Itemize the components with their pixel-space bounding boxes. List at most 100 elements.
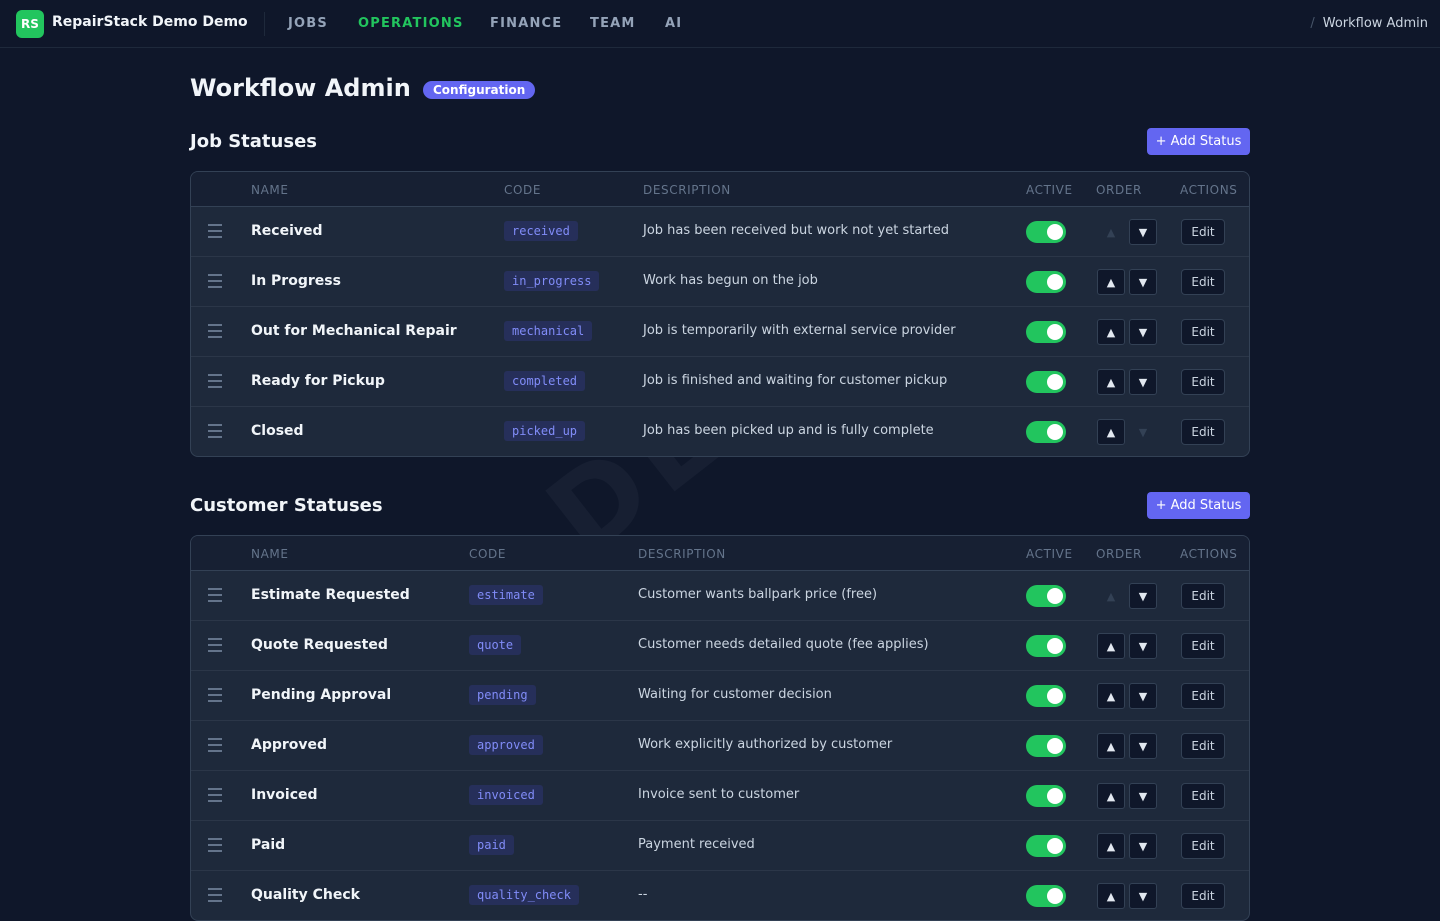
column-header-actions: ACTIONS — [1180, 547, 1238, 561]
edit-button[interactable]: Edit — [1181, 683, 1225, 709]
toggle-knob — [1047, 788, 1063, 804]
move-up-button[interactable]: ▲ — [1097, 419, 1125, 445]
move-up-button[interactable]: ▲ — [1097, 683, 1125, 709]
move-down-button[interactable]: ▼ — [1129, 319, 1157, 345]
edit-button[interactable]: Edit — [1181, 733, 1225, 759]
status-name: Received — [251, 223, 323, 239]
status-code: quality_check — [469, 885, 579, 905]
drag-handle-icon[interactable] — [208, 788, 222, 806]
drag-handle-icon[interactable] — [208, 888, 222, 906]
active-toggle[interactable] — [1026, 735, 1066, 757]
status-code: completed — [504, 371, 586, 391]
move-down-button[interactable]: ▼ — [1129, 783, 1157, 809]
drag-handle-icon[interactable] — [208, 738, 222, 756]
move-up-button[interactable]: ▲ — [1097, 783, 1125, 809]
active-toggle[interactable] — [1026, 585, 1066, 607]
active-toggle[interactable] — [1026, 421, 1066, 443]
configuration-badge: Configuration — [423, 81, 536, 99]
table-row: Estimate Requested estimate Customer wants… — [191, 571, 1249, 621]
move-down-button[interactable]: ▼ — [1129, 733, 1157, 759]
edit-button[interactable]: Edit — [1181, 833, 1225, 859]
drag-handle-icon[interactable] — [208, 374, 222, 392]
drag-handle-icon[interactable] — [208, 638, 222, 656]
logo-icon[interactable]: RS — [16, 10, 44, 38]
move-down-button[interactable]: ▼ — [1129, 269, 1157, 295]
active-toggle[interactable] — [1026, 321, 1066, 343]
move-up-button[interactable]: ▲ — [1097, 369, 1125, 395]
active-toggle[interactable] — [1026, 371, 1066, 393]
active-toggle[interactable] — [1026, 785, 1066, 807]
status-description: Customer needs detailed quote (fee appli… — [638, 637, 929, 652]
toggle-knob — [1047, 888, 1063, 904]
job-statuses-title: Job Statuses — [190, 131, 317, 152]
nav-divider — [264, 12, 265, 36]
move-down-button[interactable]: ▼ — [1129, 683, 1157, 709]
move-down-button[interactable]: ▼ — [1129, 583, 1157, 609]
edit-button[interactable]: Edit — [1181, 319, 1225, 345]
status-name: Quality Check — [251, 887, 360, 903]
add-customer-status-button[interactable]: + Add Status — [1147, 492, 1250, 519]
table-header: NAME CODE DESCRIPTION ACTIVE ORDER ACTIO… — [191, 536, 1249, 571]
column-header-actions: ACTIONS — [1180, 183, 1238, 197]
add-job-status-button[interactable]: + Add Status — [1147, 128, 1250, 155]
drag-handle-icon[interactable] — [208, 324, 222, 342]
nav-item-operations[interactable]: OPERATIONS — [358, 16, 464, 31]
drag-handle-icon[interactable] — [208, 838, 222, 856]
status-name: Ready for Pickup — [251, 373, 385, 389]
page-title: Workflow Admin — [190, 74, 411, 102]
table-row: Out for Mechanical Repair mechanical Job i… — [191, 307, 1249, 357]
edit-button[interactable]: Edit — [1181, 633, 1225, 659]
move-up-button[interactable]: ▲ — [1097, 833, 1125, 859]
edit-button[interactable]: Edit — [1181, 883, 1225, 909]
brand-name[interactable]: RepairStack Demo Demo — [52, 14, 248, 30]
toggle-knob — [1047, 588, 1063, 604]
table-row: In Progress in_progress Work has begun on … — [191, 257, 1249, 307]
edit-button[interactable]: Edit — [1181, 369, 1225, 395]
active-toggle[interactable] — [1026, 835, 1066, 857]
toggle-knob — [1047, 224, 1063, 240]
nav-item-ai[interactable]: AI — [665, 16, 682, 31]
nav-item-jobs[interactable]: JOBS — [288, 16, 328, 31]
move-up-button: ▲ — [1106, 225, 1116, 239]
move-down-button[interactable]: ▼ — [1129, 883, 1157, 909]
move-down-button[interactable]: ▼ — [1129, 833, 1157, 859]
edit-button[interactable]: Edit — [1181, 419, 1225, 445]
move-up-button[interactable]: ▲ — [1097, 883, 1125, 909]
active-toggle[interactable] — [1026, 635, 1066, 657]
drag-handle-icon[interactable] — [208, 688, 222, 706]
active-toggle[interactable] — [1026, 221, 1066, 243]
nav-item-finance[interactable]: FINANCE — [490, 16, 562, 31]
drag-handle-icon[interactable] — [208, 588, 222, 606]
column-header-description: DESCRIPTION — [643, 183, 731, 197]
status-description: Job is finished and waiting for customer… — [643, 373, 948, 388]
customer-statuses-title: Customer Statuses — [190, 495, 383, 516]
move-down-button[interactable]: ▼ — [1129, 369, 1157, 395]
drag-handle-icon[interactable] — [208, 274, 222, 292]
move-down-button[interactable]: ▼ — [1129, 633, 1157, 659]
nav-item-team[interactable]: TEAM — [590, 16, 636, 31]
active-toggle[interactable] — [1026, 271, 1066, 293]
move-down-button[interactable]: ▼ — [1129, 219, 1157, 245]
job-statuses-table: NAME CODE DESCRIPTION ACTIVE ORDER ACTIO… — [190, 171, 1250, 457]
status-code: received — [504, 221, 578, 241]
edit-button[interactable]: Edit — [1181, 783, 1225, 809]
move-up-button[interactable]: ▲ — [1097, 319, 1125, 345]
drag-handle-icon[interactable] — [208, 424, 222, 442]
status-name: Out for Mechanical Repair — [251, 323, 457, 339]
status-code: estimate — [469, 585, 543, 605]
edit-button[interactable]: Edit — [1181, 219, 1225, 245]
toggle-knob — [1047, 424, 1063, 440]
status-description: Work explicitly authorized by customer — [638, 737, 893, 752]
edit-button[interactable]: Edit — [1181, 269, 1225, 295]
move-up-button[interactable]: ▲ — [1097, 733, 1125, 759]
move-up-button[interactable]: ▲ — [1097, 269, 1125, 295]
status-code: picked_up — [504, 421, 586, 441]
status-code: paid — [469, 835, 514, 855]
status-code: quote — [469, 635, 522, 655]
move-up-button[interactable]: ▲ — [1097, 633, 1125, 659]
drag-handle-icon[interactable] — [208, 224, 222, 242]
active-toggle[interactable] — [1026, 885, 1066, 907]
column-header-description: DESCRIPTION — [638, 547, 726, 561]
edit-button[interactable]: Edit — [1181, 583, 1225, 609]
active-toggle[interactable] — [1026, 685, 1066, 707]
